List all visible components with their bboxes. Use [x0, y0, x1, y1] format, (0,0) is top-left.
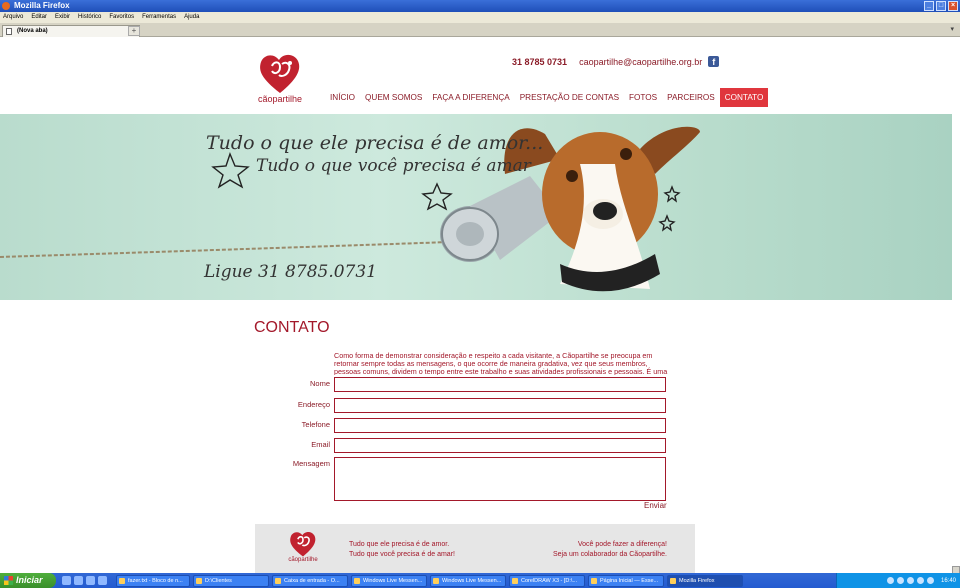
tray-icon[interactable] [886, 577, 894, 584]
taskbar-item[interactable]: CorelDRAW X3 - [D:\... [509, 574, 585, 587]
web-page: cãopartilhe 31 8785 0731 caopartilhe@cao… [0, 37, 960, 573]
header-contact: 31 8785 0731 caopartilhe@caopartilhe.org… [512, 56, 720, 67]
quick-launch-icon[interactable] [62, 576, 71, 585]
quick-launch-icon[interactable] [86, 576, 95, 585]
tray-icon[interactable] [926, 577, 934, 584]
page-icon [6, 28, 12, 35]
address-label: Endereço [297, 400, 330, 409]
taskbar-item[interactable]: Caixa de entrada - O... [272, 574, 348, 587]
windows-logo-icon [4, 576, 13, 585]
taskbar-item-active[interactable]: Mozilla Firefox [667, 574, 743, 587]
minimize-button[interactable]: _ [924, 1, 934, 11]
nav-quem-somos[interactable]: QUEM SOMOS [360, 88, 427, 107]
header-phone: 31 8785 0731 [512, 56, 568, 67]
phone-row: Telefone [254, 418, 666, 435]
menu-favoritos[interactable]: Favoritos [109, 12, 134, 23]
taskbar-item[interactable]: fazer.txt - Bloco de n... [116, 574, 190, 587]
banner-line-1: Tudo o que ele precisa é de amor... [206, 132, 544, 154]
nav-fotos[interactable]: FOTOS [624, 88, 662, 107]
main-nav: INÍCIO QUEM SOMOS FAÇA A DIFERENÇA PREST… [325, 88, 769, 107]
email-row: Email [254, 438, 666, 455]
taskbar-item[interactable]: Windows Live Messen... [430, 574, 506, 587]
browser-tab[interactable]: (Nova aba) × [2, 25, 140, 37]
window-title: Mozilla Firefox [14, 1, 70, 10]
quick-launch-icon[interactable] [98, 576, 107, 585]
menu-bar: Arquivo Editar Exibir Histórico Favorito… [0, 12, 960, 23]
window-titlebar: Mozilla Firefox _ □ × [0, 0, 960, 12]
tray-icon[interactable] [906, 577, 914, 584]
name-field[interactable] [334, 377, 666, 392]
footer-left-text: Tudo que ele precisa é de amor. Tudo que… [349, 540, 455, 560]
footer-left-line-2: Tudo que você precisa é de amar! [349, 551, 455, 558]
name-label: Nome [309, 379, 330, 388]
address-field[interactable] [334, 398, 666, 413]
taskbar-item[interactable]: D:\Clientes [193, 574, 269, 587]
footer-left-line-1: Tudo que ele precisa é de amor. [349, 541, 450, 548]
nav-prestacao-de-contas[interactable]: PRESTAÇÃO DE CONTAS [515, 88, 624, 107]
new-tab-button[interactable]: + [128, 26, 140, 36]
taskbar-item[interactable]: Página Inicial — Esse... [588, 574, 664, 587]
tab-list-icon[interactable]: ▾ [950, 25, 954, 33]
message-field[interactable] [334, 457, 666, 501]
taskbar: Iniciar fazer.txt - Bloco de n... D:\Cli… [0, 573, 960, 588]
tab-bar: (Nova aba) × + ▾ [0, 23, 960, 37]
header-email[interactable]: caopartilhe@caopartilhe.org.br [579, 57, 702, 67]
menu-ferramentas[interactable]: Ferramentas [142, 12, 176, 23]
system-tray: 16:40 [836, 573, 960, 588]
firefox-icon [2, 2, 10, 10]
footer-right-text: Você pode fazer a diferença! Seja um col… [553, 540, 667, 560]
tray-icon[interactable] [896, 577, 904, 584]
message-row: Mensagem [254, 457, 666, 501]
heart-logo-icon [290, 531, 316, 557]
menu-historico[interactable]: Histórico [78, 12, 101, 23]
start-label: Iniciar [16, 575, 43, 585]
nav-faca-a-diferenca[interactable]: FAÇA A DIFERENÇA [427, 88, 514, 107]
tray-icon[interactable] [916, 577, 924, 584]
start-button[interactable]: Iniciar [0, 573, 56, 588]
quick-launch [56, 576, 113, 585]
footer-brand: cãopartilhe [288, 557, 318, 563]
email-label: Email [311, 440, 330, 449]
phone-field[interactable] [334, 418, 666, 433]
quick-launch-icon[interactable] [74, 576, 83, 585]
page-title: CONTATO [254, 319, 330, 336]
footer-logo[interactable]: cãopartilhe [285, 528, 321, 568]
nav-contato[interactable]: CONTATO [719, 88, 769, 107]
phone-label: Telefone [301, 420, 330, 429]
nav-parceiros[interactable]: PARCEIROS [662, 88, 720, 107]
close-button[interactable]: × [948, 1, 958, 11]
hero-banner: Tudo o que ele precisa é de amor... Tudo… [0, 114, 952, 300]
brand-name: cãopartilhe [257, 94, 303, 104]
message-label: Mensagem [292, 459, 330, 468]
maximize-button[interactable]: □ [936, 1, 946, 11]
contact-intro: Como forma de demonstrar consideração e … [334, 352, 668, 375]
send-button[interactable]: Enviar [644, 501, 667, 510]
site-logo[interactable]: cãopartilhe [252, 49, 308, 109]
menu-exibir[interactable]: Exibir [55, 12, 70, 23]
footer-right-line-1: Você pode fazer a diferença! [577, 541, 667, 548]
footer-right-line-2: Seja um colaborador da Cãopartilhe. [552, 551, 667, 558]
menu-arquivo[interactable]: Arquivo [3, 12, 23, 23]
address-row: Endereço [254, 398, 666, 415]
footer: cãopartilhe Tudo que ele precisa é de am… [255, 524, 695, 573]
menu-editar[interactable]: Editar [31, 12, 47, 23]
banner-line-2: Tudo o que você precisa é amar [256, 156, 531, 176]
nav-inicio[interactable]: INÍCIO [325, 88, 360, 107]
facebook-icon[interactable]: f [708, 56, 720, 67]
heart-logo-icon [260, 54, 300, 93]
clock: 16:40 [940, 577, 956, 584]
banner-phone: Ligue 31 8785.0731 [204, 262, 377, 282]
tab-title: (Nova aba) [17, 28, 48, 34]
email-field[interactable] [334, 438, 666, 453]
menu-ajuda[interactable]: Ajuda [184, 12, 199, 23]
tin-can-icon [440, 176, 560, 262]
scrollbar[interactable] [952, 566, 960, 573]
name-row: Nome [254, 377, 666, 394]
taskbar-item[interactable]: Windows Live Messen... [351, 574, 427, 587]
